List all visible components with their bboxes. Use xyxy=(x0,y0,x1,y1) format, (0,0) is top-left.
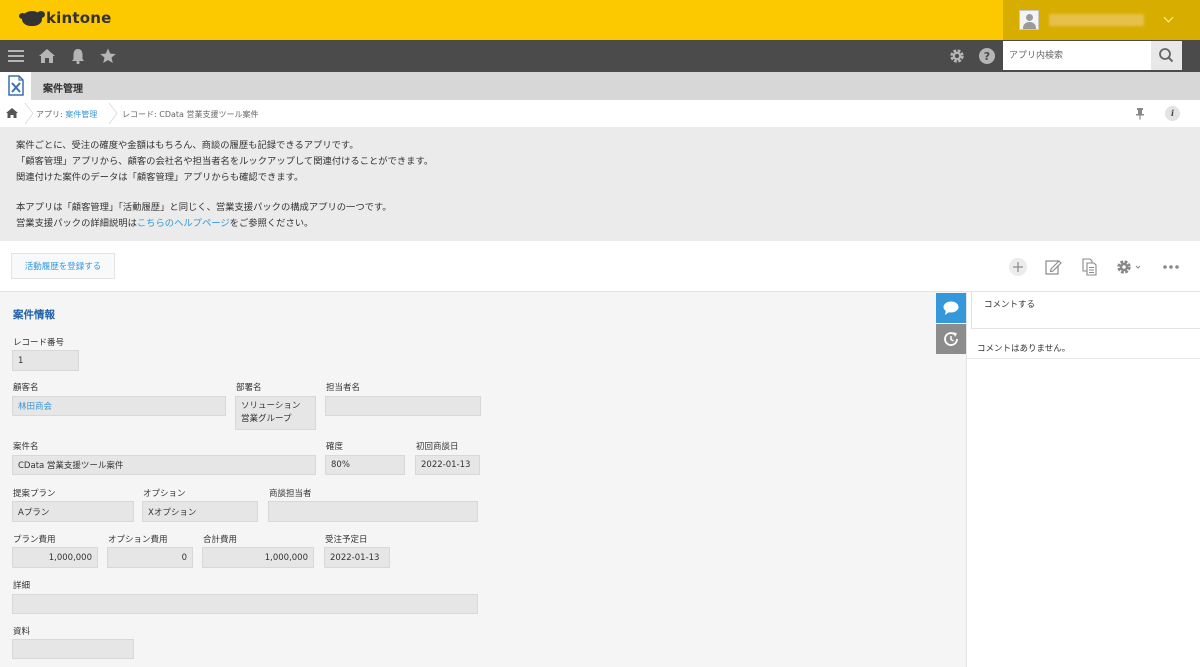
app-description: 案件ごとに、受注の確度や金額はもちろん、商談の履歴も記録できるアプリです。 「顧… xyxy=(0,127,1200,241)
breadcrumb-app-link[interactable]: 案件管理 xyxy=(65,110,97,119)
department-field: ソリューション 営業グループ xyxy=(235,396,316,430)
cybozu-logo-icon xyxy=(19,10,45,26)
record-number-field: 1 xyxy=(12,350,79,371)
pin-icon[interactable] xyxy=(1134,107,1146,120)
breadcrumb-record: レコード: CData 営業支援ツール案件 xyxy=(122,110,259,119)
avatar xyxy=(1019,10,1039,30)
comment-input[interactable]: コメントする xyxy=(971,292,1200,329)
option-cost-field: 0 xyxy=(107,547,193,568)
comments-tab[interactable] xyxy=(936,293,966,323)
brand-name: kintone xyxy=(46,9,112,27)
home-icon[interactable] xyxy=(5,106,19,120)
description-line: 本アプリは「顧客管理」「活動履歴」と同じく、営業支援パックの構成アプリの一つです… xyxy=(16,202,392,213)
user-menu[interactable] xyxy=(1003,0,1200,40)
menu-icon[interactable] xyxy=(7,47,25,65)
person-in-charge-field xyxy=(325,396,481,416)
sales-rep-field xyxy=(268,501,478,522)
chevron-down-icon xyxy=(1163,12,1174,23)
description-text: 営業支援パックの詳細説明は xyxy=(16,218,137,229)
info-icon[interactable]: i xyxy=(1165,106,1180,121)
app-icon xyxy=(0,72,31,100)
department-line: ソリューション xyxy=(241,401,301,411)
user-name-blurred xyxy=(1049,14,1144,26)
field-label: 初回商談日 xyxy=(416,442,459,452)
department-line: 営業グループ xyxy=(241,414,292,424)
first-meeting-date-field: 2022-01-13 xyxy=(415,455,480,475)
record-toolbar: 活動履歴を登録する xyxy=(0,241,1200,292)
bell-icon[interactable] xyxy=(69,47,87,65)
details-field xyxy=(12,594,478,614)
more-options-icon[interactable] xyxy=(1161,257,1181,277)
gear-icon[interactable] xyxy=(948,47,966,65)
description-line: 案件ごとに、受注の確度や金額はもちろん、商談の履歴も記録できるアプリです。 xyxy=(16,140,359,151)
field-label: プラン費用 xyxy=(13,535,56,545)
app-header: 案件管理 xyxy=(0,72,1200,100)
field-label: 確度 xyxy=(326,442,344,452)
field-label: 商談担当者 xyxy=(269,489,312,499)
duplicate-icon[interactable] xyxy=(1079,257,1099,277)
breadcrumb: アプリ: 案件管理 レコード: CData 営業支援ツール案件 i xyxy=(0,100,1200,127)
breadcrumb-app-prefix: アプリ: xyxy=(36,110,66,119)
breadcrumb-separator xyxy=(108,102,118,125)
total-cost-field: 1,000,000 xyxy=(202,547,314,568)
history-icon xyxy=(944,332,958,346)
add-record-icon[interactable] xyxy=(1008,257,1028,277)
field-label: 資料 xyxy=(13,627,31,637)
description-text: をご参照ください。 xyxy=(229,218,314,229)
deal-name-field: CData 営業支援ツール案件 xyxy=(12,455,316,475)
document-icon xyxy=(8,75,24,96)
no-comments-text: コメントはありません。 xyxy=(977,344,1071,354)
order-date-field: 2022-01-13 xyxy=(324,547,390,568)
field-label: 担当者名 xyxy=(326,383,361,393)
app-title: 案件管理 xyxy=(43,84,83,95)
search-button[interactable] xyxy=(1151,41,1182,70)
field-label: 詳細 xyxy=(13,581,31,591)
section-title: 案件情報 xyxy=(13,309,55,321)
field-label: 受注予定日 xyxy=(325,535,368,545)
breadcrumb-separator xyxy=(24,102,34,125)
settings-menu-icon[interactable] xyxy=(1114,257,1144,277)
edit-icon[interactable] xyxy=(1043,257,1063,277)
speech-bubble-icon xyxy=(943,301,959,315)
breadcrumb-app: アプリ: 案件管理 xyxy=(36,109,97,120)
probability-field: 80% xyxy=(325,455,405,475)
comment-panel: コメントする コメントはありません。 xyxy=(966,292,1200,667)
top-header: kintone xyxy=(0,0,1200,40)
search-input[interactable] xyxy=(1003,41,1151,70)
field-label: レコード番号 xyxy=(13,338,65,348)
record-detail: 案件情報 レコード番号 1 顧客名 林田商会 部署名 ソリューション 営業グルー… xyxy=(0,292,936,667)
history-tab[interactable] xyxy=(936,324,966,354)
field-label: 顧客名 xyxy=(13,383,39,393)
divider xyxy=(967,358,1200,359)
customer-name-field[interactable]: 林田商会 xyxy=(12,396,226,416)
field-label: 案件名 xyxy=(13,442,39,452)
star-icon[interactable] xyxy=(99,47,117,65)
help-icon[interactable]: ? xyxy=(978,47,996,65)
field-label: 部署名 xyxy=(236,383,262,393)
field-label: 合計費用 xyxy=(203,535,238,545)
description-line: 関連付けた案件のデータは「顧客管理」アプリからも確認できます。 xyxy=(16,172,304,183)
kintone-logo[interactable]: kintone xyxy=(19,9,112,27)
plan-field: Aプラン xyxy=(12,501,134,522)
description-line: 「顧客管理」アプリから、顧客の会社名や担当者名をルックアップして関連付けることが… xyxy=(16,156,434,167)
field-label: オプション xyxy=(143,489,186,499)
register-activity-button[interactable]: 活動履歴を登録する xyxy=(11,253,115,279)
help-page-link[interactable]: こちらのヘルプページ xyxy=(137,218,230,229)
description-line: 営業支援パックの詳細説明はこちらのヘルプページをご参照ください。 xyxy=(16,216,1200,232)
field-label: 提案プラン xyxy=(13,489,56,499)
search-icon xyxy=(1159,48,1174,63)
field-label: オプション費用 xyxy=(108,535,168,545)
option-field: Xオプション xyxy=(142,501,258,522)
svg-text:?: ? xyxy=(984,50,990,63)
customer-link[interactable]: 林田商会 xyxy=(18,400,52,412)
plan-cost-field: 1,000,000 xyxy=(12,547,98,568)
materials-field xyxy=(12,639,134,659)
home-icon[interactable] xyxy=(38,47,56,65)
